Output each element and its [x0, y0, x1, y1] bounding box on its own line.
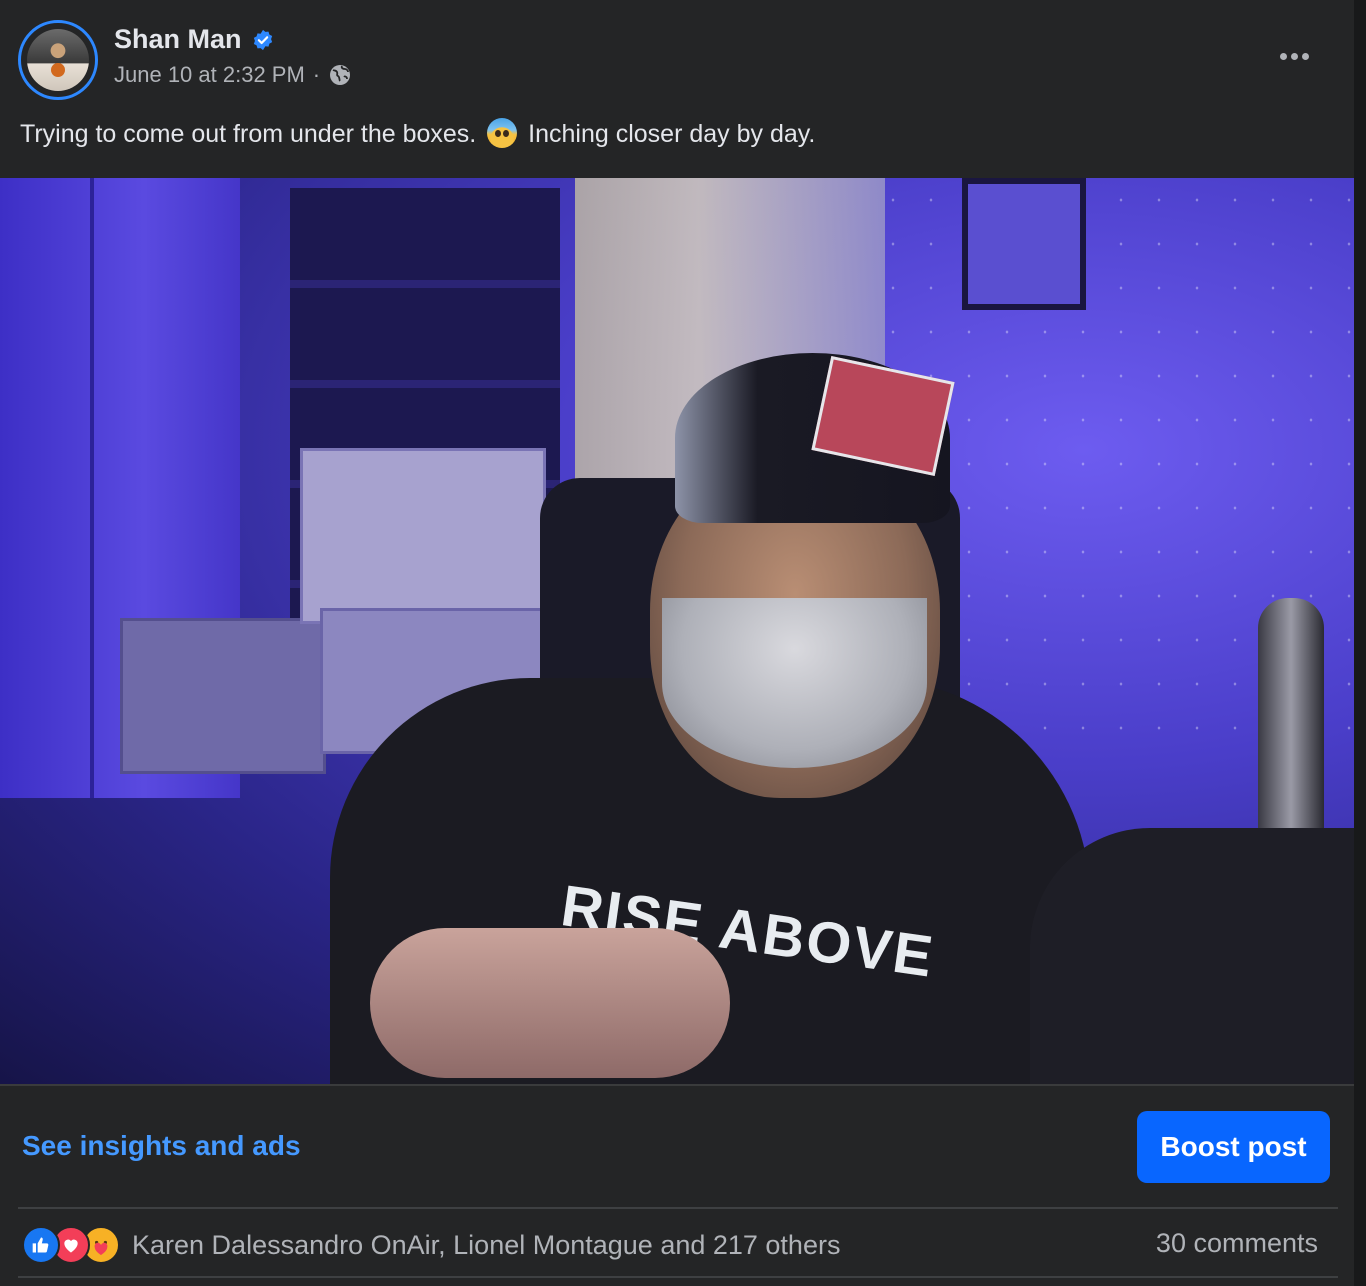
storage-box: [120, 618, 326, 774]
post-caption: Trying to come out from under the boxes.…: [20, 118, 815, 149]
microphone: [1258, 598, 1324, 858]
dot-icon: [1290, 52, 1298, 60]
comments-count[interactable]: 30 comments: [1156, 1228, 1318, 1259]
caption-text-end: Inching closer day by day.: [528, 120, 816, 148]
divider: [18, 1276, 1338, 1278]
author-name[interactable]: Shan Man: [114, 24, 242, 55]
verified-badge-icon: [253, 29, 272, 50]
see-insights-link[interactable]: See insights and ads: [22, 1130, 301, 1162]
reactions-text[interactable]: Karen Dalessandro OnAir, Lionel Montague…: [132, 1230, 840, 1261]
like-icon: [22, 1226, 60, 1264]
dot-icon: [1301, 52, 1309, 60]
person-beard: [662, 598, 927, 768]
caption-text-start: Trying to come out from under the boxes.: [20, 120, 477, 148]
globe-icon[interactable]: [328, 63, 352, 87]
dot-icon: [1279, 52, 1287, 60]
more-options-button[interactable]: [1272, 40, 1316, 72]
post-card: Shan Man June 10 at 2:32 PM · Trying to …: [0, 0, 1354, 1286]
author-avatar[interactable]: [18, 20, 98, 100]
reactions-summary[interactable]: Karen Dalessandro OnAir, Lionel Montague…: [22, 1226, 840, 1264]
anxious-face-emoji-icon: [487, 118, 518, 148]
person-arm: [370, 928, 730, 1078]
boost-post-button[interactable]: Boost post: [1137, 1111, 1330, 1183]
author-name-row: Shan Man: [114, 24, 274, 55]
post-timestamp[interactable]: June 10 at 2:32 PM: [114, 62, 305, 88]
page-edge: [1354, 0, 1366, 1286]
post-photo[interactable]: RISE ABOVE: [0, 178, 1354, 1084]
avatar-image: [27, 29, 89, 91]
storage-box: [300, 448, 546, 624]
meta-separator: ·: [312, 62, 321, 87]
divider: [0, 1084, 1354, 1086]
shadow-shape: [1030, 828, 1354, 1084]
wall-frame: [962, 178, 1086, 310]
post-meta: June 10 at 2:32 PM ·: [114, 62, 352, 88]
divider: [18, 1207, 1338, 1209]
